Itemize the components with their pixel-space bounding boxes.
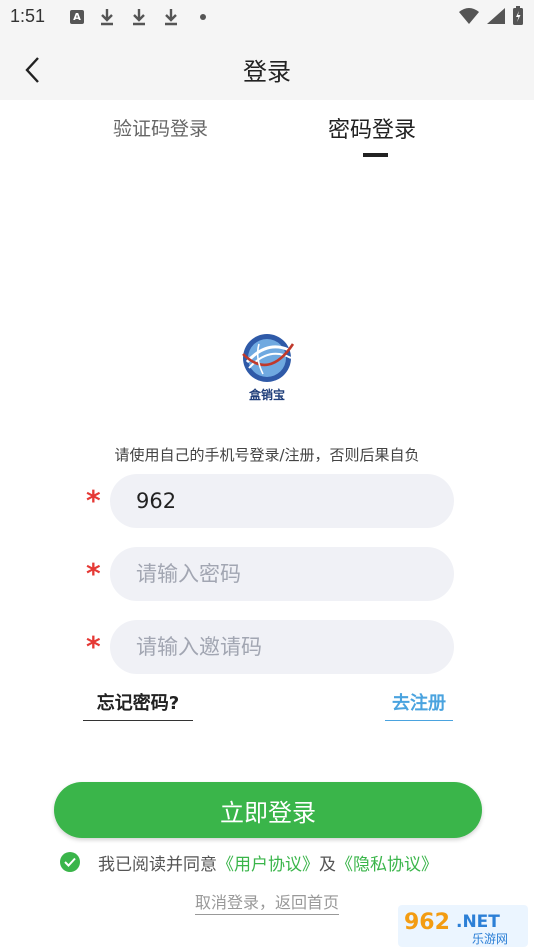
cancel-login-link[interactable]: 取消登录，返回首页 bbox=[194, 893, 339, 915]
invite-field-row: * bbox=[86, 620, 456, 674]
required-mark: * bbox=[86, 630, 101, 663]
agreement-row: 我已阅读并同意 《用户协议》 及 《隐私协议》 bbox=[60, 850, 438, 875]
agreement-checkbox[interactable] bbox=[60, 852, 80, 872]
status-notification-icons: A bbox=[70, 8, 212, 26]
wifi-icon bbox=[459, 8, 479, 24]
tab-code-login[interactable]: 验证码登录 bbox=[113, 114, 208, 141]
required-mark: * bbox=[86, 557, 101, 590]
login-button[interactable]: 立即登录 bbox=[54, 782, 482, 838]
download-icon bbox=[130, 8, 148, 26]
usage-notice: 请使用自己的手机号登录/注册，否则后果自负 bbox=[114, 446, 420, 464]
dot-icon bbox=[194, 8, 212, 26]
status-system-icons bbox=[458, 6, 524, 26]
download-icon bbox=[162, 8, 180, 26]
register-link[interactable]: 去注册 bbox=[385, 689, 453, 721]
watermark-logo: 962 .NET 乐游网 bbox=[398, 905, 528, 947]
signal-icon bbox=[487, 8, 505, 24]
watermark-number: 962 bbox=[404, 910, 450, 935]
agreement-prefix: 我已阅读并同意 bbox=[98, 854, 217, 875]
active-tab-indicator bbox=[363, 153, 388, 157]
status-bar: 1:51 A bbox=[0, 0, 534, 36]
checkmark-icon bbox=[64, 857, 76, 867]
watermark-icon: 962 .NET 乐游网 bbox=[398, 905, 528, 947]
user-agreement-link[interactable]: 《用户协议》 bbox=[217, 850, 319, 875]
password-input[interactable] bbox=[110, 547, 454, 601]
watermark-text: 乐游网 bbox=[472, 932, 508, 946]
page-title: 登录 bbox=[243, 58, 291, 86]
app-logo: 盒销宝 bbox=[236, 332, 298, 404]
nav-bar: 登录 bbox=[0, 36, 534, 100]
required-mark: * bbox=[86, 484, 101, 517]
globe-logo-icon bbox=[242, 334, 295, 382]
password-field-row: * bbox=[86, 547, 456, 601]
battery-icon bbox=[513, 6, 523, 25]
agreement-and: 及 bbox=[319, 854, 336, 875]
forgot-password-link[interactable]: 忘记密码? bbox=[83, 689, 193, 721]
download-icon bbox=[98, 8, 116, 26]
phone-input[interactable] bbox=[110, 474, 454, 528]
phone-field-row: * bbox=[86, 474, 456, 528]
logo-text: 盒销宝 bbox=[248, 388, 285, 402]
watermark-suffix: .NET bbox=[456, 912, 500, 932]
status-time: 1:51 bbox=[10, 6, 46, 26]
login-tabs: 验证码登录 密码登录 bbox=[0, 100, 534, 160]
a-notification-icon: A bbox=[70, 10, 84, 24]
tab-password-login[interactable]: 密码登录 bbox=[328, 112, 416, 144]
privacy-agreement-link[interactable]: 《隐私协议》 bbox=[336, 850, 438, 875]
invite-code-input[interactable] bbox=[110, 620, 454, 674]
